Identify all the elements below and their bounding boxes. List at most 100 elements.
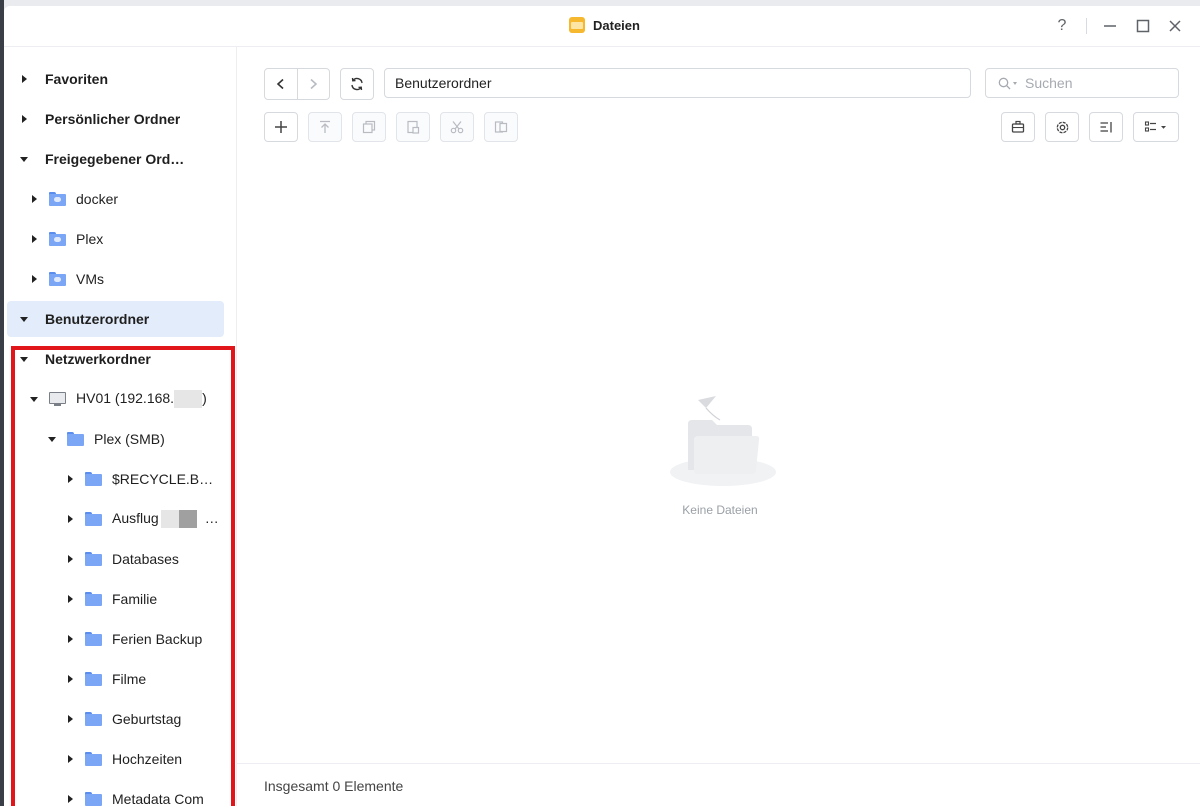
sidebar-item[interactable]: Geburtstag — [7, 701, 224, 737]
search-field[interactable] — [985, 68, 1179, 98]
sidebar-item[interactable]: Persönlicher Ordner — [7, 101, 224, 137]
chevron-right-icon[interactable] — [19, 74, 29, 84]
folder-icon — [85, 752, 102, 766]
sidebar-item-label: VMs — [76, 271, 104, 287]
chevron-right-icon[interactable] — [29, 234, 39, 244]
redaction-block — [159, 510, 205, 529]
computer-icon — [49, 392, 66, 406]
chevron-right-icon[interactable] — [65, 554, 75, 564]
sidebar-item[interactable]: HV01 (192.168.) — [7, 381, 224, 417]
scissors-icon — [450, 121, 464, 134]
item-count-text: Insgesamt 0 Elemente — [264, 777, 404, 794]
maximize-button[interactable] — [1131, 14, 1155, 38]
sidebar-item[interactable]: $RECYCLE.B… — [7, 461, 224, 497]
window-title: Dateien — [593, 17, 640, 33]
navigation-buttons — [264, 68, 330, 100]
maximize-icon — [1136, 19, 1150, 33]
chevron-right-icon[interactable] — [65, 514, 75, 524]
chevron-right-icon[interactable] — [65, 794, 75, 804]
chevron-right-icon[interactable] — [65, 754, 75, 764]
list-view-icon — [1144, 121, 1166, 132]
sidebar-item-label: Metadata Com — [112, 791, 204, 806]
chevron-right-icon[interactable] — [65, 474, 75, 484]
chevron-down-icon[interactable] — [19, 314, 29, 324]
minimize-icon — [1104, 25, 1116, 27]
shared-folder-icon — [49, 272, 66, 286]
sidebar-item-label: Geburtstag — [112, 711, 182, 727]
plus-icon — [275, 121, 287, 133]
sidebar-item-label: Hochzeiten — [112, 751, 183, 767]
chevron-right-icon[interactable] — [29, 194, 39, 204]
sidebar-item[interactable]: Metadata Com — [7, 781, 224, 806]
sidebar-item-label: Persönlicher Ordner — [45, 111, 181, 127]
folder-icon — [85, 672, 102, 686]
sidebar-item[interactable]: Favoriten — [7, 61, 224, 97]
chevron-right-icon[interactable] — [65, 634, 75, 644]
folder-icon — [67, 432, 84, 446]
sidebar-item[interactable]: Databases — [7, 541, 224, 577]
search-options-caret-icon[interactable] — [1013, 81, 1017, 85]
sidebar-item[interactable]: docker — [7, 181, 224, 217]
chevron-right-icon — [310, 78, 318, 90]
sidebar-item[interactable]: Benutzerordner — [7, 301, 224, 337]
folder-icon — [85, 792, 102, 806]
sidebar-item[interactable]: Plex (SMB) — [7, 421, 224, 457]
title-bar: Dateien ? — [4, 6, 1200, 47]
sidebar-item-label: Plex — [76, 231, 104, 247]
move-icon — [494, 121, 508, 133]
sidebar-item[interactable]: VMs — [7, 261, 224, 297]
search-icon — [998, 77, 1011, 89]
chevron-down-icon[interactable] — [47, 434, 57, 444]
forward-button[interactable] — [298, 69, 330, 99]
sort-button[interactable] — [1089, 112, 1123, 142]
sidebar-item-label: Filme — [112, 671, 147, 687]
chevron-right-icon[interactable] — [65, 714, 75, 724]
paste-button[interactable] — [396, 112, 430, 142]
refresh-icon — [351, 77, 363, 91]
view-mode-button[interactable] — [1133, 112, 1179, 142]
chevron-right-icon[interactable] — [29, 274, 39, 284]
close-button[interactable] — [1163, 14, 1187, 38]
sidebar-item[interactable]: Hochzeiten — [7, 741, 224, 777]
redaction-block — [174, 390, 203, 409]
chevron-down-icon[interactable] — [29, 394, 39, 404]
close-icon — [1169, 20, 1181, 32]
chevron-down-icon[interactable] — [19, 154, 29, 164]
chevron-down-icon[interactable] — [19, 354, 29, 364]
sidebar-item[interactable]: Netzwerkordner — [7, 341, 224, 377]
refresh-button[interactable] — [340, 68, 374, 100]
copy-button[interactable] — [352, 112, 386, 142]
sidebar-item[interactable]: Plex — [7, 221, 224, 257]
sidebar-item-label: $RECYCLE.B… — [112, 471, 214, 487]
minimize-button[interactable] — [1098, 14, 1122, 38]
path-bar[interactable]: Benutzerordner — [384, 68, 971, 98]
shared-folder-icon — [49, 232, 66, 246]
settings-button[interactable] — [1045, 112, 1079, 142]
chevron-right-icon[interactable] — [65, 674, 75, 684]
upload-button[interactable] — [308, 112, 342, 142]
sidebar-item[interactable]: Freigegebener Ord… — [7, 141, 224, 177]
help-button[interactable]: ? — [1050, 14, 1074, 38]
gear-icon — [1056, 121, 1068, 133]
copy-icon — [362, 120, 376, 134]
chevron-right-icon[interactable] — [19, 114, 29, 124]
sidebar-item[interactable]: Ausflug… — [7, 501, 224, 537]
empty-state-text: Keine Dateien — [682, 503, 758, 517]
file-manager-window: Dateien ? Favoriten Persönlicher Ordner Fr… — [4, 6, 1200, 806]
sidebar-item[interactable]: Filme — [7, 661, 224, 697]
search-input[interactable] — [1023, 74, 1157, 92]
sidebar-item-label: Benutzerordner — [45, 311, 150, 327]
back-button[interactable] — [265, 69, 298, 99]
sidebar-item[interactable]: Familie — [7, 581, 224, 617]
current-path: Benutzerordner — [395, 75, 492, 91]
sidebar-item[interactable]: Ferien Backup — [7, 621, 224, 657]
sidebar-item-label: Netzwerkordner — [45, 351, 151, 367]
sort-icon — [1100, 122, 1112, 133]
chevron-right-icon[interactable] — [65, 594, 75, 604]
create-button[interactable] — [264, 112, 298, 142]
chevron-left-icon — [276, 78, 284, 90]
title-bar-divider — [1086, 18, 1087, 34]
toolbox-button[interactable] — [1001, 112, 1035, 142]
cut-button[interactable] — [440, 112, 474, 142]
move-button[interactable] — [484, 112, 518, 142]
